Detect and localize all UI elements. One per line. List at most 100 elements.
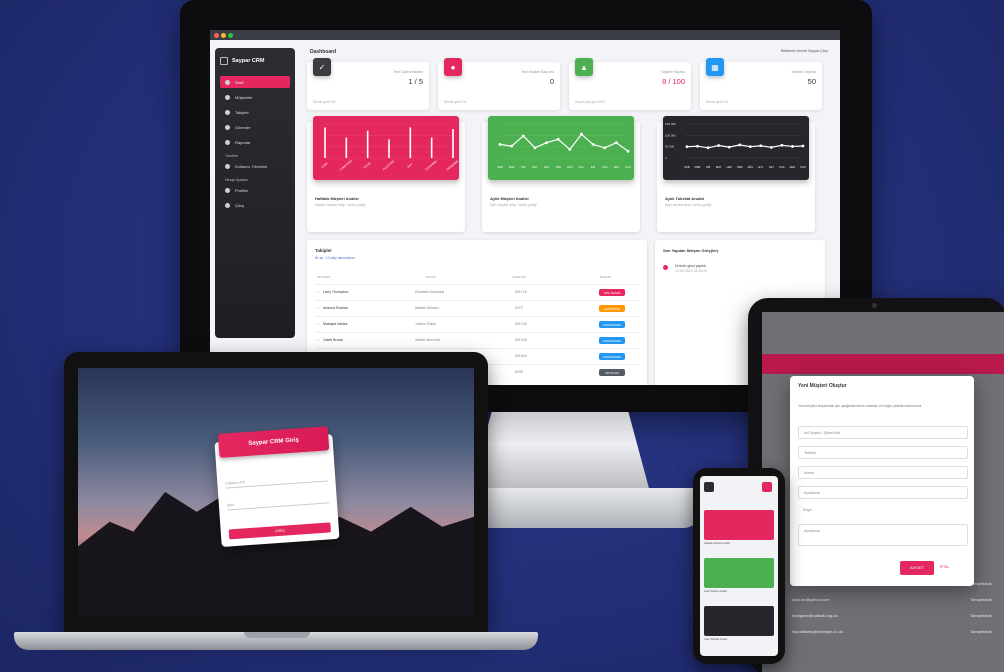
maximize-dot-icon[interactable] — [228, 32, 233, 38]
x-tick-label: TEM — [555, 165, 560, 169]
list-item-email: kara.lev@yahoo.com — [792, 597, 830, 602]
data-point[interactable] — [533, 146, 537, 150]
cell-phone: 661028 — [515, 338, 527, 342]
login-button[interactable]: GİRİŞ — [228, 522, 332, 540]
description-field[interactable]: Açıklama — [798, 486, 968, 499]
chart-card: CUMA CUMARTESİ PAZAR PAZARTESİ SALI ÇARŞAMBA P… — [307, 116, 465, 232]
monitor-screen: Saypar CRM Özet Müşteriler Takipler Görevle… — [210, 30, 840, 385]
stat-card[interactable]: ● Yeni Müşteri Başvuru 0 Dünde göre 0% — [438, 58, 560, 110]
data-point[interactable] — [706, 146, 710, 150]
data-point[interactable] — [591, 143, 595, 146]
table-row[interactable]: ✓ Larry Thompson Elizabeth Brandine 661718 Y… — [315, 284, 639, 300]
col-header-contact[interactable]: YETKİLİ — [425, 275, 436, 279]
brand[interactable]: Saypar CRM — [220, 54, 290, 68]
col-header-status[interactable]: DURUM — [600, 275, 611, 279]
data-point[interactable] — [580, 132, 583, 136]
col-header-phone[interactable]: TELEFON — [512, 275, 526, 279]
data-point[interactable] — [498, 143, 502, 146]
x-tick-label: AĞU — [567, 164, 573, 169]
nav-icon — [225, 124, 230, 130]
close-dot-icon[interactable] — [214, 32, 219, 38]
x-tick-label: MAY — [716, 165, 722, 169]
bar-mark[interactable] — [430, 137, 433, 158]
x-tick-label: PAZAR — [362, 161, 371, 170]
bar-mark[interactable] — [324, 127, 326, 158]
record-field[interactable]: Kayıt — [798, 504, 968, 517]
list-item[interactable]: kara.lev@yahoo.com Tamamlandı — [792, 597, 992, 612]
notification-dot-icon — [663, 265, 668, 270]
chart-subtitle: Aylık müşteri artışı / azalış grafiği — [490, 203, 537, 207]
stat-card[interactable]: ▦ Tahmini Kaşıtlar 50 Dünde göre 0% — [700, 58, 822, 110]
minimize-dot-icon[interactable] — [221, 32, 226, 38]
sidebar-item-0[interactable]: Özet — [220, 76, 290, 88]
data-point[interactable] — [738, 143, 742, 147]
data-point[interactable] — [780, 143, 784, 147]
data-point[interactable] — [545, 141, 548, 145]
phone-menu-icon[interactable] — [762, 482, 772, 492]
data-point[interactable] — [614, 141, 618, 145]
list-item-email: tedriguez@outlook.org.uk — [792, 613, 838, 618]
nav-section-admin: Yönetim — [225, 153, 238, 158]
password-input[interactable]: Şifre — [226, 490, 330, 511]
table-row[interactable]: ✓ Caleb Brown Walker Burchins 661028 TAMAMLA… — [315, 332, 639, 348]
data-point[interactable] — [521, 134, 525, 138]
table-row[interactable]: ✓ Arianna Rodcan Natalie Whalan 6372 ÇEVRİMD… — [315, 300, 639, 316]
stat-value: 8 / 100 — [662, 77, 685, 86]
data-point[interactable] — [769, 145, 773, 149]
data-point[interactable] — [556, 137, 560, 141]
cancel-button[interactable]: İPTAL — [940, 565, 949, 569]
data-point[interactable] — [759, 144, 763, 148]
x-tick-label: EKİ — [769, 164, 773, 169]
monitor-stand — [470, 412, 650, 492]
sidebar-item-4[interactable]: Raporlar — [220, 136, 290, 148]
page-title: Dashboard — [310, 49, 337, 55]
data-point[interactable] — [717, 144, 721, 147]
address-field[interactable]: Adres — [798, 466, 968, 479]
stat-card[interactable]: ✓ Yeni Çalma Baştan 1 / 5 Dünde göre 0% — [307, 58, 429, 110]
data-point[interactable] — [696, 144, 699, 148]
data-point[interactable] — [603, 146, 607, 150]
data-point[interactable] — [626, 149, 630, 153]
stat-value: 0 — [549, 77, 554, 86]
modal-description: Yeni müşteri oluşturmak için aşağıdaki f… — [798, 404, 923, 408]
phone-field[interactable]: Telefon — [798, 446, 968, 459]
data-point[interactable] — [510, 144, 514, 148]
list-item[interactable]: lisa.williams@example.co.uk Tamamlandı — [792, 629, 992, 644]
data-point[interactable] — [748, 145, 752, 149]
table-row[interactable]: ✓ Makayla Valdez Juliane Raldo 561748 TAMAML… — [315, 316, 639, 332]
data-point[interactable] — [727, 145, 731, 149]
username-input[interactable]: Kullanıcı Adı — [224, 468, 328, 489]
sidebar-item-users[interactable]: Kullanıcı Yönetimi — [220, 160, 290, 172]
bar-mark[interactable] — [409, 127, 412, 158]
sidebar-item-3[interactable]: Görevler — [220, 121, 290, 133]
bar-mark[interactable] — [345, 137, 348, 158]
bar-mark[interactable] — [452, 129, 454, 158]
bar-mark[interactable] — [388, 139, 390, 158]
x-tick-label: ŞUB — [497, 165, 503, 169]
data-point[interactable] — [685, 145, 689, 149]
col-header-customer[interactable]: MÜŞTERİ — [317, 275, 331, 279]
x-tick-label: MAR — [695, 165, 701, 169]
notification-item[interactable]: Ürünün girişi yapıldı. 23.09.2022 16:05:… — [675, 264, 707, 274]
data-point[interactable] — [568, 148, 572, 151]
save-button[interactable]: KAYDET — [900, 561, 934, 575]
notes-textarea[interactable]: Açıklama — [798, 524, 968, 546]
chart-subtitle: Haftalık müşteri artışı / azalış grafiği — [315, 203, 366, 207]
status-badge: TAMAMLANDI — [599, 337, 625, 344]
stat-label: Yeni Müşteri Başvuru — [521, 70, 554, 74]
bar-mark[interactable] — [366, 130, 369, 158]
x-tick-label: ARA — [614, 165, 620, 169]
sidebar-item-profile[interactable]: Profilim — [220, 184, 290, 196]
sidebar-item-2[interactable]: Takipler — [220, 106, 290, 118]
users-icon — [225, 163, 230, 169]
data-point[interactable] — [791, 145, 794, 148]
data-point[interactable] — [801, 144, 805, 148]
calendar-icon: ▦ — [706, 58, 724, 76]
login-card: Saypar CRM Giriş Kullanıcı Adı Şifre GİR… — [214, 426, 340, 547]
list-item[interactable]: tedriguez@outlook.org.uk Tamamlandı — [792, 613, 992, 628]
name-field[interactable]: Ad Soyad / Şirket Adı — [798, 426, 968, 439]
stat-card[interactable]: ▲ Toplam Kayıtlar 8 / 100 Geçen yıla göre 2… — [569, 58, 691, 110]
sidebar-item-1[interactable]: Müşteriler — [220, 91, 290, 103]
user-bar[interactable]: Bildirimler Ahmet Saypar Çıkış — [781, 49, 828, 53]
sidebar-item-logout[interactable]: Çıkış — [220, 199, 290, 211]
